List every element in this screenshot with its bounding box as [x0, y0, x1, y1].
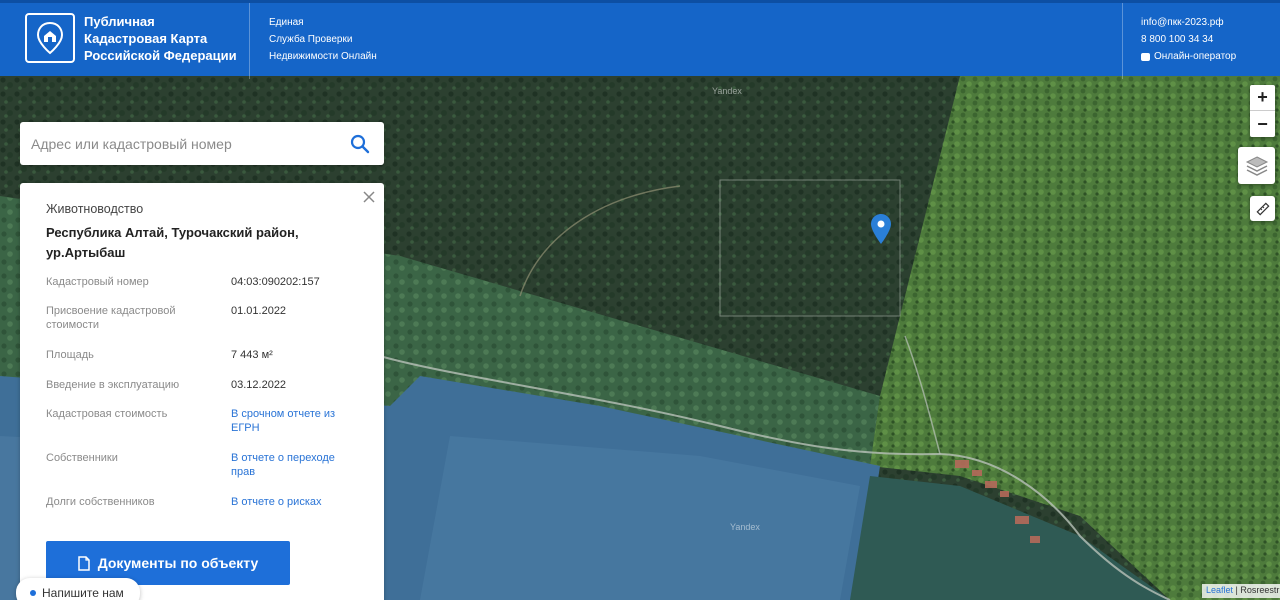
- object-info-card: Животноводство Республика Алтай, Турочак…: [20, 183, 384, 600]
- zoom-in-button[interactable]: +: [1250, 85, 1275, 111]
- owners-label: Собственники: [46, 452, 118, 464]
- site-header: Публичная Кадастровая Карта Российской Ф…: [0, 0, 1280, 79]
- commissioning-label: Введение в эксплуатацию: [46, 379, 180, 391]
- service-line: Недвижимости Онлайн: [269, 51, 377, 62]
- chat-widget-label: Напишите нам: [42, 586, 124, 600]
- ruler-button[interactable]: [1250, 196, 1275, 221]
- leaflet-link[interactable]: Leaflet: [1206, 585, 1233, 595]
- header-divider: [249, 3, 250, 79]
- cadastral-number-label: Кадастровый номер: [46, 276, 149, 288]
- attribution-source: Rosreestr: [1240, 585, 1280, 595]
- online-operator-link[interactable]: Онлайн-оператор: [1141, 48, 1236, 65]
- brand-line: Публичная: [84, 14, 155, 29]
- service-line: Служба Проверки: [269, 34, 353, 45]
- service-title: Единая Служба Проверки Недвижимости Онла…: [269, 14, 377, 65]
- ownership-report-link[interactable]: В отчете о переходе прав: [231, 451, 336, 479]
- risk-report-link[interactable]: В отчете о рисках: [231, 495, 371, 509]
- search-box: [20, 122, 384, 165]
- search-icon[interactable]: [350, 134, 370, 154]
- service-line: Единая: [269, 17, 304, 28]
- zoom-control: + −: [1250, 85, 1275, 137]
- chat-icon: [1141, 52, 1150, 61]
- map-watermark: Yandex: [730, 522, 760, 532]
- cadastral-number-value: 04:03:090202:157: [231, 276, 320, 288]
- contact-email[interactable]: info@пкк-2023.рф: [1141, 14, 1236, 31]
- search-input[interactable]: [20, 122, 320, 165]
- brand-line: Кадастровая Карта: [84, 31, 208, 46]
- logo[interactable]: [25, 13, 75, 63]
- valuation-date-label: Присвоение кадастровой стоимости: [46, 305, 176, 331]
- object-address: Республика Алтай, Турочакский район, ур.…: [46, 225, 299, 260]
- zoom-out-button[interactable]: −: [1250, 111, 1275, 137]
- map-attribution: Leaflet | Rosreestr: [1202, 584, 1280, 598]
- documents-button-label: Документы по объекту: [97, 555, 259, 571]
- area-label: Площадь: [46, 349, 94, 361]
- layers-icon: [1245, 155, 1268, 176]
- close-icon[interactable]: [361, 189, 377, 205]
- header-divider: [1122, 3, 1123, 79]
- online-status-icon: [30, 590, 36, 596]
- cadastral-value-label: Кадастровая стоимость: [46, 408, 168, 420]
- document-icon: [77, 555, 90, 571]
- area-value: 7 443 м²: [231, 349, 273, 361]
- brand-line: Российской Федерации: [84, 48, 237, 63]
- map-watermark: Yandex: [712, 86, 742, 96]
- house-map-pin-icon: [36, 21, 64, 55]
- owner-debts-label: Долги собственников: [46, 496, 155, 508]
- chat-widget[interactable]: Напишите нам: [16, 578, 140, 600]
- layers-button[interactable]: [1238, 147, 1275, 184]
- urgent-report-link[interactable]: В срочном отчете из ЕГРН: [231, 407, 341, 435]
- contacts: info@пкк-2023.рф 8 800 100 34 34 Онлайн-…: [1141, 14, 1236, 65]
- ruler-icon: [1255, 201, 1270, 216]
- contact-phone[interactable]: 8 800 100 34 34: [1141, 31, 1236, 48]
- brand-title: Публичная Кадастровая Карта Российской Ф…: [84, 13, 244, 64]
- online-operator-label: Онлайн-оператор: [1154, 51, 1237, 62]
- commissioning-value: 03.12.2022: [231, 379, 287, 391]
- object-category: Животноводство: [46, 202, 144, 216]
- valuation-date-value: 01.01.2022: [231, 305, 287, 317]
